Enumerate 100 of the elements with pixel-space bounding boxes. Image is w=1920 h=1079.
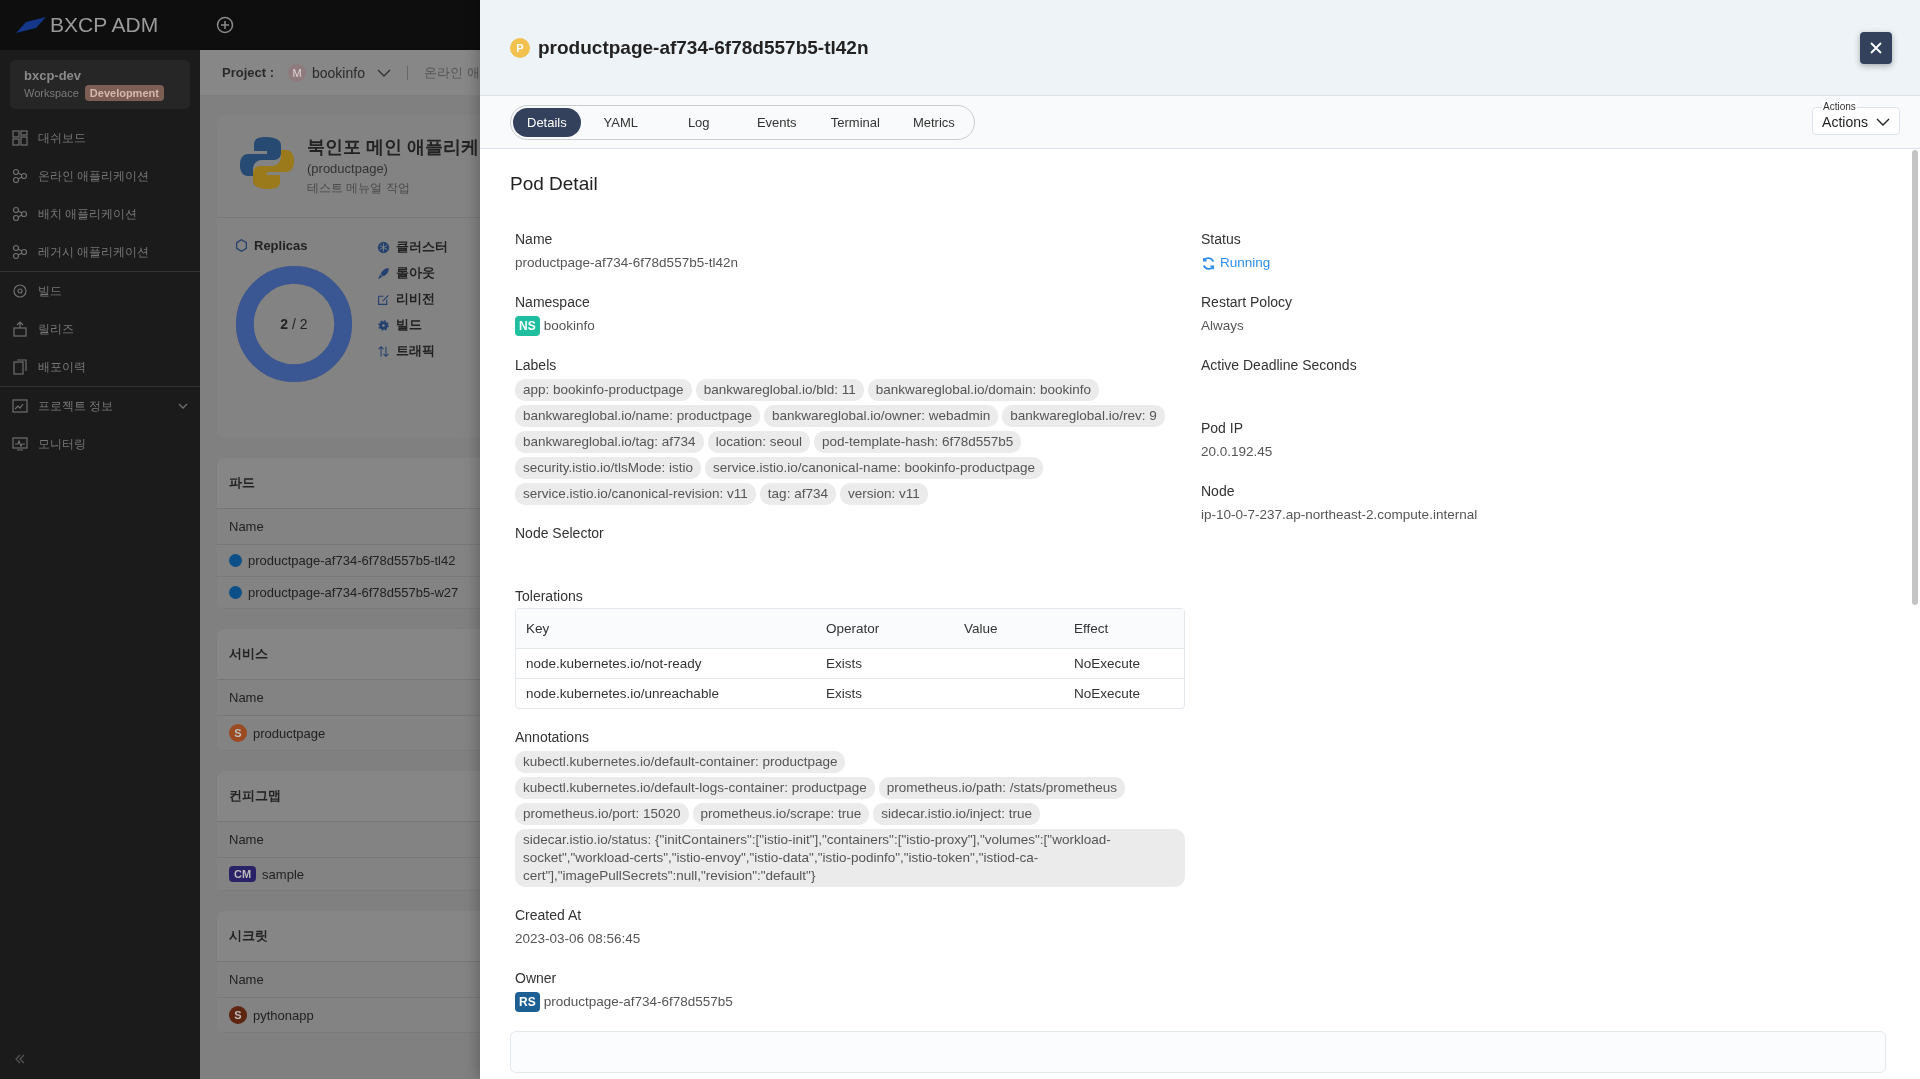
field-label: Node <box>1201 482 1235 501</box>
label-chip: location: seoul <box>707 431 810 453</box>
chevron-down-icon[interactable] <box>376 68 391 77</box>
project-name[interactable]: bookinfo <box>312 64 365 81</box>
status-value: Running <box>1220 254 1271 272</box>
fact-label: 롤아웃 <box>396 264 435 282</box>
dashboard-icon <box>12 130 28 146</box>
resource-name[interactable]: productpage <box>253 725 326 741</box>
nav-item[interactable]: 프로젝트 정보 <box>0 387 200 425</box>
field-label: Name <box>515 230 553 249</box>
actions-dropdown[interactable]: Actions Actions <box>1812 101 1900 135</box>
workspace-card[interactable]: bxcp-dev Workspace Development <box>10 60 190 109</box>
box-icon <box>12 321 28 337</box>
column-header: Operator <box>825 620 881 638</box>
field-label: Created At <box>515 906 582 925</box>
nav-item[interactable]: 온라인 애플리케이션 <box>0 157 200 195</box>
resource-name[interactable]: pythonapp <box>253 1007 314 1023</box>
field-value: 2023-03-06 08:56:45 <box>515 930 641 948</box>
label-chip: service.istio.io/canonical-name: bookinfo-productpage <box>705 457 1043 479</box>
logo-icon <box>16 17 46 33</box>
resource-name[interactable]: productpage-af734-6f78d557b5-tl42 <box>248 553 456 568</box>
cube-icon <box>377 240 390 254</box>
field-label: Annotations <box>515 728 589 747</box>
field-label: Namespace <box>515 293 590 312</box>
workspace-name: bxcp-dev <box>24 68 83 83</box>
resource-name[interactable]: productpage-af734-6f78d557b5-w27 <box>248 585 459 600</box>
nav-item[interactable]: 배치 애플리케이션 <box>0 195 200 233</box>
tab[interactable]: YAML <box>582 107 659 137</box>
document-icon <box>12 359 28 375</box>
sync-icon <box>1201 255 1216 271</box>
scrollbar[interactable] <box>1912 150 1918 605</box>
tab[interactable]: Details <box>513 107 581 137</box>
nav-item[interactable]: 배포이력 <box>0 348 200 386</box>
field-label: Restart Polocy <box>1201 293 1293 312</box>
nav-item[interactable]: 레거시 애플리케이션 <box>0 233 200 271</box>
field-label: Pod IP <box>1201 419 1244 438</box>
nav-item[interactable]: 대쉬보드 <box>0 119 200 157</box>
workspace-label: Workspace <box>24 87 79 99</box>
tab[interactable]: Terminal <box>816 107 894 137</box>
nav-item[interactable]: 모니터링 <box>0 425 200 463</box>
close-button[interactable] <box>1860 31 1892 64</box>
fact-label: 리비전 <box>396 290 435 308</box>
label-chip: service.istio.io/canonical-revision: v11 <box>515 483 756 505</box>
label-chip: kubectl.kubernetes.io/default-container: productpage <box>515 751 846 773</box>
resource-badge: S <box>229 1006 247 1024</box>
fact-label: 클러스터 <box>396 238 448 256</box>
label-chip: prometheus.io/port: 15020 <box>515 803 689 825</box>
section-title: 시크릿 <box>229 928 268 943</box>
table-cell-text: Exists <box>825 655 863 673</box>
fact-label: 빌드 <box>396 316 422 334</box>
tab[interactable]: Log <box>660 107 737 137</box>
field-label: Node Selector <box>515 524 604 543</box>
drawer-title: productpage-af734-6f78d557b5-tl42n <box>538 36 870 59</box>
table-cell-text: Exists <box>825 685 863 703</box>
label-chip: bankwareglobal.io/tag: af734 <box>515 431 704 453</box>
app-logo-icon <box>239 135 295 191</box>
column-header: Name <box>229 832 264 847</box>
field-value: 20.0.192.45 <box>1201 443 1273 461</box>
label-chip: sidecar.istio.io/inject: true <box>873 803 1041 825</box>
field-label: Status <box>1201 230 1241 249</box>
fact-label: 트래픽 <box>396 342 435 360</box>
section-heading: Pod Detail <box>510 173 599 195</box>
kind-badge: NS <box>515 316 540 336</box>
resource-badge: CM <box>229 866 257 882</box>
table-cell-text: node.kubernetes.io/not-ready <box>525 655 703 673</box>
project-label: Project : <box>222 65 274 80</box>
tab[interactable]: Events <box>738 107 815 137</box>
section-title: 서비스 <box>229 646 268 661</box>
nav-item[interactable]: 릴리즈 <box>0 310 200 348</box>
resource-name[interactable]: sample <box>262 866 305 882</box>
label-chip: sidecar.istio.io/status: {"initContainers":["istio-init"],"containers":["istio-proxy"],"volumes":["workload-socket","workload-certs","istio-envoy","istio-data","istio-podinfo","istio-token","istiod-ca-cert"],"imagePullSecrets":null,"revision":"default"} <box>515 829 1185 887</box>
network-icon <box>12 206 28 222</box>
field-value: Always <box>1201 317 1244 335</box>
field-value: ip-10-0-7-237.ap-northeast-2.compute.internal <box>1201 506 1478 524</box>
chevron-down-icon <box>1876 118 1890 126</box>
network-icon <box>12 244 28 260</box>
column-header: Name <box>229 972 264 987</box>
tab[interactable]: Metrics <box>895 107 972 137</box>
table-cell-text: node.kubernetes.io/unreachable <box>525 685 720 703</box>
label-chip: security.istio.io/tlsMode: istio <box>515 457 702 479</box>
collapse-icon[interactable] <box>14 1053 26 1065</box>
monitor-icon <box>12 436 28 452</box>
app-subtitle: (productpage) <box>307 161 389 176</box>
kind-badge: RS <box>515 992 540 1012</box>
chevron-down-icon[interactable] <box>178 403 188 409</box>
chart-icon <box>12 398 28 414</box>
pod-badge: P <box>510 37 530 58</box>
nav-item[interactable]: 빌드 <box>0 272 200 310</box>
add-icon[interactable] <box>216 16 235 34</box>
network-icon <box>12 168 28 184</box>
label-chip: pod-template-hash: 6f78d557b5 <box>813 431 1022 453</box>
field-value: productpage-af734-6f78d557b5 <box>543 993 733 1011</box>
resource-badge: S <box>229 724 247 742</box>
field-label: Owner <box>515 969 557 988</box>
label-chip: bankwareglobal.io/domain: bookinfo <box>867 379 1100 401</box>
label-chip: app: bookinfo-productpage <box>515 379 692 401</box>
field-label: Active Deadline Seconds <box>1201 356 1357 375</box>
close-icon <box>1870 41 1882 54</box>
app-title: 북인포 메인 애플리케 <box>307 136 479 159</box>
column-header: Name <box>229 519 264 534</box>
